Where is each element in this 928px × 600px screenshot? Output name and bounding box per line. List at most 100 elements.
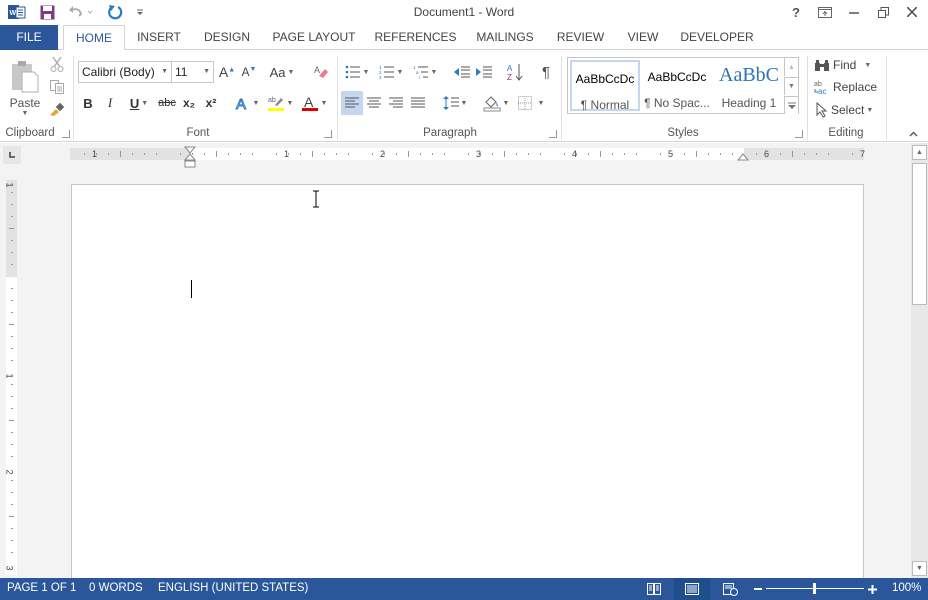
font-color-button[interactable]: A ▼ xyxy=(298,93,330,113)
svg-text:i: i xyxy=(419,75,420,79)
subscript-button[interactable]: x₂ xyxy=(180,93,198,113)
line-spacing-button[interactable]: ▼ xyxy=(440,91,470,115)
borders-button[interactable]: ▼ xyxy=(514,91,548,115)
tab-page-layout[interactable]: PAGE LAYOUT xyxy=(268,25,360,50)
group-separator xyxy=(337,56,338,140)
print-layout-icon xyxy=(685,583,699,595)
change-case-button[interactable]: Aa ▼ xyxy=(266,62,298,82)
grow-font-button[interactable]: A▲ xyxy=(218,62,236,82)
read-mode-button[interactable] xyxy=(636,578,672,600)
text-effects-button[interactable]: A ▼ xyxy=(232,93,262,113)
clear-formatting-button[interactable]: A xyxy=(310,62,332,82)
sort-button[interactable]: AZ xyxy=(505,62,525,82)
underline-button[interactable]: U ▼ xyxy=(124,93,154,113)
collapse-ribbon-button[interactable] xyxy=(905,128,921,140)
word-count[interactable]: 0 WORDS xyxy=(89,582,143,594)
help-button[interactable]: ? xyxy=(782,2,810,22)
gallery-scroll-up[interactable]: ▲ xyxy=(784,58,798,76)
clipboard-group-label: Clipboard xyxy=(5,127,55,139)
style-name: ¶ No Spac... xyxy=(644,96,710,110)
tab-view[interactable]: VIEW xyxy=(622,25,664,50)
style-heading-1[interactable]: AaBbC Heading 1 xyxy=(714,60,784,111)
show-formatting-marks-button[interactable]: ¶ xyxy=(536,62,556,82)
paragraph-dialog-launcher[interactable] xyxy=(549,130,557,138)
bold-button[interactable]: B xyxy=(80,93,96,113)
ruler-tick xyxy=(792,151,793,157)
replace-button[interactable]: ab ac Replace xyxy=(814,77,880,97)
copy-button[interactable] xyxy=(48,78,66,96)
select-button[interactable]: Select ▼ xyxy=(814,100,880,120)
print-layout-button[interactable] xyxy=(674,578,710,600)
tab-design[interactable]: DESIGN xyxy=(198,25,256,50)
font-size-combobox[interactable]: 11 ▼ xyxy=(171,61,214,83)
align-center-button[interactable] xyxy=(364,91,384,115)
highlight-color-button[interactable]: ab ▼ xyxy=(264,93,296,113)
justify-button[interactable] xyxy=(408,91,428,115)
shading-button[interactable]: ▼ xyxy=(480,91,512,115)
ruler-tick xyxy=(720,153,721,155)
tab-selector-button[interactable] xyxy=(3,146,21,164)
svg-text:A: A xyxy=(236,96,246,111)
paste-button[interactable]: Paste ▼ xyxy=(6,54,44,122)
tab-review[interactable]: REVIEW xyxy=(552,25,609,50)
scrollbar-thumb[interactable] xyxy=(912,163,927,305)
gallery-more-button[interactable] xyxy=(784,96,798,114)
minimize-button[interactable] xyxy=(840,2,868,22)
ruler-tick xyxy=(216,151,217,157)
document-page[interactable] xyxy=(71,184,864,584)
cut-button[interactable] xyxy=(48,55,66,73)
find-button[interactable]: Find ▼ xyxy=(814,55,876,75)
line-spacing-icon xyxy=(442,96,459,110)
font-name-combobox[interactable]: Calibri (Body) ▼ xyxy=(78,61,172,83)
ruler-tick xyxy=(11,444,13,445)
language-indicator[interactable]: ENGLISH (UNITED STATES) xyxy=(158,582,308,594)
tab-mailings[interactable]: MAILINGS xyxy=(471,25,539,50)
right-indent-marker[interactable] xyxy=(737,152,749,161)
zoom-out-button[interactable] xyxy=(750,578,766,600)
tab-home[interactable]: HOME xyxy=(63,25,125,51)
restore-icon xyxy=(877,6,889,18)
style-normal[interactable]: AaBbCcDc ¶ Normal xyxy=(570,60,640,112)
ribbon-display-options-button[interactable] xyxy=(811,2,839,22)
restore-button[interactable] xyxy=(869,2,897,22)
multilevel-list-button[interactable]: 1 a i ▼ xyxy=(410,62,440,82)
tab-insert[interactable]: INSERT xyxy=(132,25,186,50)
gallery-scroll-down[interactable]: ▼ xyxy=(784,77,798,95)
clipboard-dialog-launcher[interactable] xyxy=(62,130,70,138)
zoom-level[interactable]: 100% xyxy=(892,582,921,594)
ruler-tick xyxy=(336,153,337,155)
zoom-slider-thumb[interactable] xyxy=(813,583,816,594)
close-icon xyxy=(907,7,917,17)
styles-dialog-launcher[interactable] xyxy=(795,130,803,138)
scroll-up-button[interactable]: ▲ xyxy=(912,145,927,160)
format-painter-icon xyxy=(50,102,65,116)
first-line-indent-marker[interactable] xyxy=(184,146,196,168)
editing-group-label: Editing xyxy=(828,127,864,139)
font-dialog-launcher[interactable] xyxy=(324,130,332,138)
italic-button[interactable]: I xyxy=(102,93,118,113)
zoom-in-button[interactable] xyxy=(864,578,880,600)
tab-developer[interactable]: DEVELOPER xyxy=(678,25,756,50)
page-count[interactable]: PAGE 1 OF 1 xyxy=(7,582,76,594)
shrink-font-button[interactable]: A▼ xyxy=(240,62,258,82)
scroll-down-button[interactable]: ▼ xyxy=(912,561,927,576)
tab-references[interactable]: REFERENCES xyxy=(372,25,459,50)
format-painter-button[interactable] xyxy=(48,100,66,118)
style-no-spacing[interactable]: AaBbCcDc ¶ No Spac... xyxy=(642,60,712,111)
paragraph-group-label: Paragraph xyxy=(423,127,477,139)
decrease-indent-button[interactable] xyxy=(452,62,472,82)
increase-indent-button[interactable] xyxy=(474,62,494,82)
close-button[interactable] xyxy=(898,2,926,22)
align-right-button[interactable] xyxy=(386,91,406,115)
bullets-button[interactable]: ▼ xyxy=(342,62,372,82)
tab-file[interactable]: FILE xyxy=(0,25,58,50)
strikethrough-button[interactable]: abc xyxy=(157,93,177,113)
align-left-button[interactable] xyxy=(341,91,363,115)
vertical-scrollbar[interactable]: ▲ ▼ xyxy=(911,143,928,578)
grow-font-icon: A▲ xyxy=(218,64,236,80)
superscript-button[interactable]: x² xyxy=(202,93,220,113)
web-layout-button[interactable] xyxy=(712,578,748,600)
numbering-button[interactable]: 1 2 3 ▼ xyxy=(376,62,406,82)
vertical-ruler[interactable]: 1 1 2 3 xyxy=(5,180,17,575)
ruler-tick xyxy=(11,192,13,193)
